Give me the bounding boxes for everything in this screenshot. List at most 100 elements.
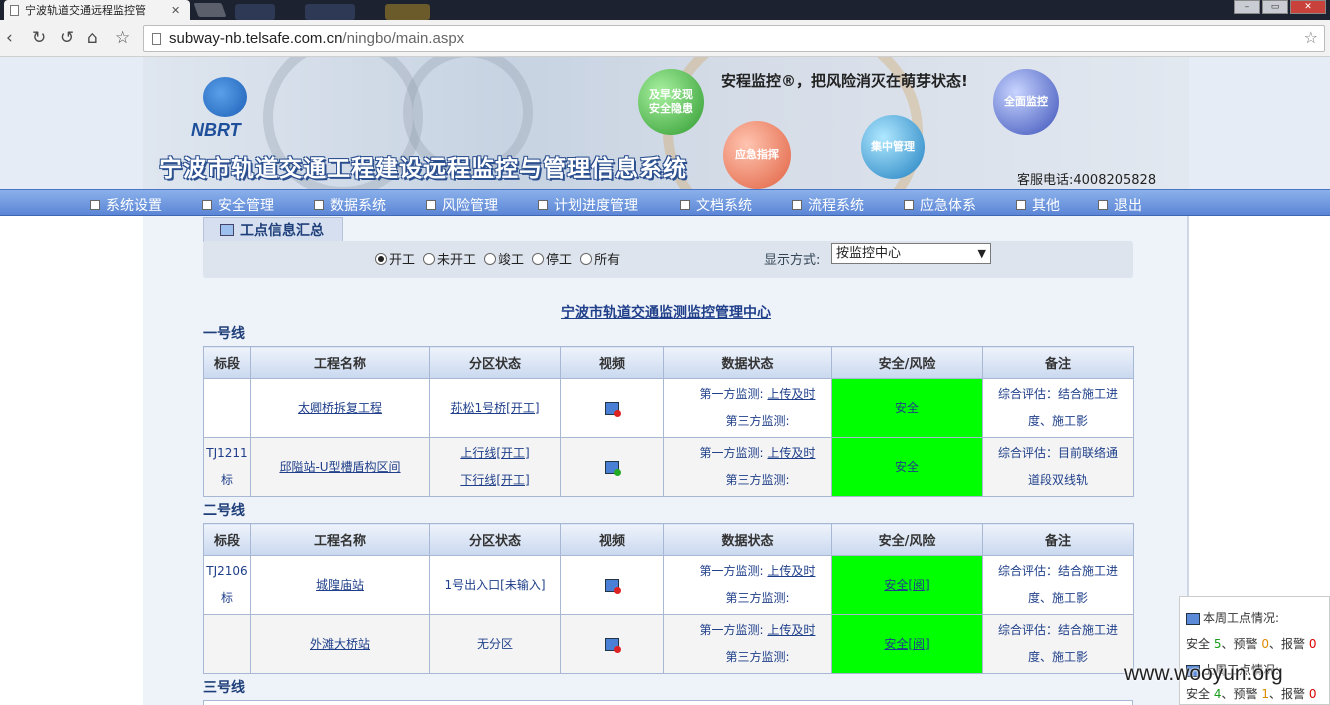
line-title: 二号线: [203, 503, 245, 519]
logo-text: NBRT: [191, 120, 241, 140]
close-tab-icon[interactable]: ✕: [171, 4, 180, 17]
nav-bullet-icon: [426, 200, 436, 210]
radio-started[interactable]: 开工: [375, 249, 415, 268]
radio-button[interactable]: [423, 252, 436, 265]
nav-document-system[interactable]: 文档系统: [680, 195, 752, 215]
first-party-status-link[interactable]: 上传及时: [767, 564, 815, 578]
safety-cell[interactable]: 安全: [831, 378, 983, 438]
col-notes: 备注: [982, 523, 1134, 556]
zone-link[interactable]: 荪松1号桥[开工]: [429, 378, 561, 438]
nav-bullet-icon: [792, 200, 802, 210]
safety-cell[interactable]: 安全[阅]: [831, 614, 983, 674]
bookmark-star-icon[interactable]: ☆: [1304, 28, 1318, 47]
radio-button[interactable]: [375, 252, 387, 265]
ball-label: 及早发现安全隐患: [649, 88, 693, 115]
radio-button[interactable]: [532, 252, 545, 265]
nav-system-settings[interactable]: 系统设置: [90, 195, 162, 215]
close-window-icon[interactable]: ✕: [1290, 0, 1326, 14]
nav-safety-mgmt[interactable]: 安全管理: [202, 195, 274, 215]
nav-workflow-system[interactable]: 流程系统: [792, 195, 864, 215]
safety-status: 安全: [894, 400, 919, 415]
radio-not-started[interactable]: 未开工: [423, 249, 476, 268]
col-video: 视频: [560, 523, 664, 556]
video-offline-icon[interactable]: [605, 401, 621, 417]
back-icon[interactable]: ‹: [6, 28, 13, 48]
safety-status: 安全: [894, 459, 919, 474]
project-link[interactable]: 城隍庙站: [250, 555, 430, 615]
video-offline-icon[interactable]: [605, 637, 621, 653]
video-cell: [560, 555, 664, 615]
ball-emergency: 应急指挥: [723, 121, 791, 189]
zone-status[interactable]: 上行线[开工]: [460, 446, 529, 460]
radio-all[interactable]: 所有: [580, 249, 620, 268]
display-mode-select[interactable]: 按监控中心 ▼: [831, 243, 991, 264]
radio-label: 停工: [546, 253, 573, 268]
forward-icon[interactable]: ↻: [32, 28, 46, 48]
col-project: 工程名称: [250, 346, 430, 379]
radio-button[interactable]: [484, 252, 497, 265]
col-project: 工程名称: [250, 523, 430, 556]
radio-button[interactable]: [580, 252, 593, 265]
data-status-cell: 第一方监测: 上传及时 第三方监测:: [663, 614, 832, 674]
warn-count: 0: [1261, 637, 1269, 651]
nav-label: 应急体系: [920, 198, 976, 214]
background-app-icon: [385, 4, 430, 20]
this-week-heading: 本周工点情况:: [1186, 609, 1279, 626]
nav-label: 系统设置: [106, 198, 162, 214]
minimize-icon[interactable]: –: [1234, 0, 1260, 14]
first-party-status-link[interactable]: 上传及时: [767, 387, 815, 401]
center-title-link[interactable]: 宁波市轨道交通监测监控管理中心: [143, 302, 1189, 322]
radio-completed[interactable]: 竣工: [484, 249, 524, 268]
address-bar[interactable]: subway-nb.telsafe.com.cn/ningbo/main.asp…: [143, 25, 1325, 52]
nav-data-system[interactable]: 数据系统: [314, 195, 386, 215]
first-party-status-link[interactable]: 上传及时: [767, 446, 815, 460]
project-link[interactable]: 邱隘站-U型槽盾构区间: [250, 437, 430, 497]
project-name: 太卿桥拆复工程: [297, 400, 382, 415]
data-status-cell: 第一方监测: 上传及时 第三方监测:: [663, 437, 832, 497]
new-tab-button[interactable]: [193, 3, 227, 17]
safety-status: 安全[阅]: [884, 636, 930, 651]
project-link[interactable]: 太卿桥拆复工程: [250, 378, 430, 438]
safety-cell[interactable]: 安全: [831, 437, 983, 497]
first-party-status-link[interactable]: 上传及时: [767, 623, 815, 637]
nav-label: 安全管理: [218, 198, 274, 214]
alarm-count: 0: [1308, 637, 1317, 651]
nav-logout[interactable]: 退出: [1098, 195, 1142, 215]
nav-bullet-icon: [680, 200, 690, 210]
reload-icon[interactable]: ↺: [60, 28, 74, 48]
col-section: 标段: [203, 346, 251, 379]
home-icon[interactable]: ⌂: [87, 28, 98, 48]
nav-label: 计划进度管理: [554, 198, 638, 214]
browser-tab[interactable]: 宁波轨道交通远程监控管 ✕: [4, 0, 190, 20]
zone-links[interactable]: 上行线[开工] 下行线[开工]: [429, 437, 561, 497]
table-row: TJ2106标 城隍庙站 1号出入口[未输入] 第一方监测: 上传及时 第三方监测…: [203, 555, 1134, 615]
background-app-icon: [305, 4, 355, 20]
last-week-counts: 安全 4、预警 1、报警 0: [1186, 687, 1317, 701]
video-offline-icon[interactable]: [605, 578, 621, 594]
nav-risk-mgmt[interactable]: 风险管理: [426, 195, 498, 215]
line1-table: 标段 工程名称 分区状态 视频 数据状态 安全/风险 备注 太卿桥拆复工程 荪松…: [203, 346, 1134, 497]
note-cell: 综合评估：目前联络通道段双线轨: [982, 437, 1134, 497]
radio-label: 竣工: [498, 253, 525, 268]
chevron-down-icon: ▼: [977, 247, 986, 260]
line2-table: 标段 工程名称 分区状态 视频 数据状态 安全/风险 备注 TJ2106标 城隍…: [203, 523, 1134, 674]
nav-other[interactable]: 其他: [1016, 195, 1060, 215]
first-party-label: 第一方监测:: [699, 446, 764, 460]
nav-bullet-icon: [904, 200, 914, 210]
project-link[interactable]: 外滩大桥站: [250, 614, 430, 674]
zone-status[interactable]: 下行线[开工]: [460, 473, 529, 487]
maximize-icon[interactable]: ▭: [1262, 0, 1288, 14]
data-status-cell: 第一方监测: 上传及时 第三方监测:: [663, 378, 832, 438]
watermark: www.wooyun.org: [1124, 662, 1283, 685]
safety-cell[interactable]: 安全[阅]: [831, 555, 983, 615]
line3-table-edge: [203, 700, 1133, 705]
section-tab[interactable]: 工点信息汇总: [203, 217, 343, 242]
url-text[interactable]: subway-nb.telsafe.com.cn/ningbo/main.asp…: [169, 30, 464, 47]
radio-stopped[interactable]: 停工: [532, 249, 572, 268]
nav-schedule-mgmt[interactable]: 计划进度管理: [538, 195, 638, 215]
nav-emergency-system[interactable]: 应急体系: [904, 195, 976, 215]
bookmark-star-icon[interactable]: ☆: [115, 28, 130, 48]
zone-status: 荪松1号桥[开工]: [450, 400, 540, 415]
third-party-label: 第三方监测:: [725, 414, 790, 428]
video-online-icon[interactable]: [605, 460, 621, 476]
